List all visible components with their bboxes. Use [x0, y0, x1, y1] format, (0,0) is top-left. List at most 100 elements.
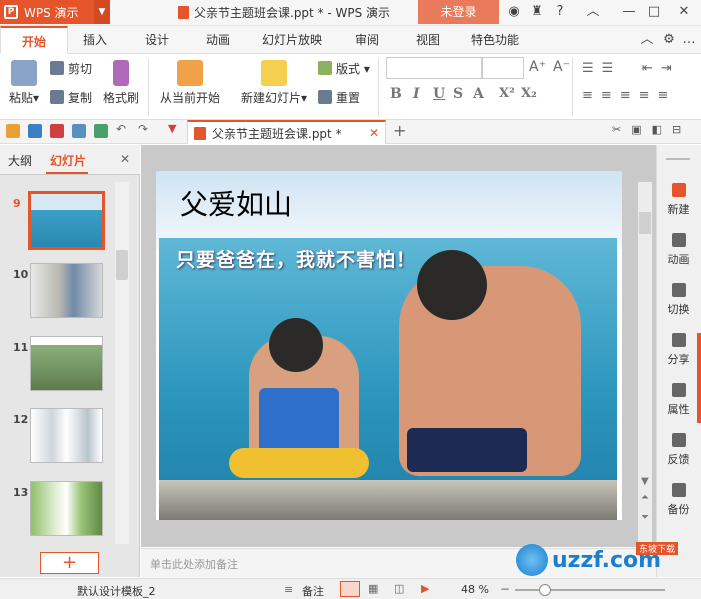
font-family-select[interactable] — [386, 57, 482, 79]
app-menu-button[interactable]: P WPS 演示 ▼ — [0, 0, 110, 24]
layout-button[interactable]: 版式 ▾ — [318, 60, 370, 77]
notes-toggle[interactable]: 备注 — [302, 583, 324, 599]
reading-view-icon[interactable]: ◫ — [394, 582, 404, 595]
italic-button[interactable]: I — [413, 86, 420, 102]
slide-thumbnail[interactable] — [30, 263, 103, 318]
align-icons[interactable]: ≡≡≡≡≡ — [582, 88, 676, 103]
document-tab[interactable]: 父亲节主题班会课.ppt * ✕ — [187, 120, 386, 144]
notes-toggle-icon[interactable]: ≡ — [284, 583, 293, 596]
slide-thumbnail[interactable] — [30, 336, 103, 391]
right-toolbar-icons[interactable]: ✂▣◧⊟ — [612, 123, 691, 136]
tab-insert[interactable]: 插入 — [78, 26, 112, 54]
from-current-button[interactable]: 从当前开始 — [158, 60, 222, 106]
tab-animation[interactable]: 动画 — [201, 26, 235, 54]
close-tab-icon[interactable]: ✕ — [369, 126, 379, 140]
shrink-font-icon[interactable]: A⁻ — [553, 59, 570, 75]
font-color-button[interactable]: A — [473, 86, 484, 102]
window-title-text: 父亲节主题班会课.ppt * - WPS 演示 — [194, 6, 391, 20]
task-properties[interactable]: 属性 — [656, 383, 701, 417]
shirt-icon[interactable]: ♜ — [528, 3, 546, 21]
slide-title[interactable]: 父爱如山 — [170, 183, 302, 223]
sorter-view-icon[interactable]: ▦ — [368, 582, 378, 595]
slide-panel-scrollbar[interactable] — [115, 182, 129, 544]
undo-icon[interactable]: ↶ — [116, 122, 126, 136]
underline-button[interactable]: U — [433, 86, 445, 102]
task-new-label: 新建 — [667, 203, 690, 216]
prev-slide-icon[interactable]: ⏶ — [641, 492, 649, 503]
chevron-down-icon[interactable]: ▼ — [94, 0, 110, 24]
tab-slideshow[interactable]: 幻灯片放映 — [258, 26, 326, 54]
scissors-icon — [50, 61, 64, 75]
redo-icon[interactable]: ↷ — [138, 122, 148, 136]
list-icons[interactable]: ☰☰ — [582, 61, 621, 76]
more-icon[interactable]: … — [680, 31, 698, 49]
skin-icon[interactable]: ◉ — [505, 3, 523, 21]
minimize-icon[interactable]: — — [620, 3, 638, 21]
canvas-scroll-thumb[interactable] — [639, 212, 651, 234]
tab-features[interactable]: 特色功能 — [466, 26, 524, 54]
format-painter-label: 格式刷 — [103, 91, 140, 105]
layout-label: 版式 — [336, 62, 361, 76]
slide-thumbnail[interactable] — [30, 408, 103, 463]
superscript-button[interactable]: X² — [499, 86, 515, 101]
copy-button[interactable]: 复制 — [50, 89, 92, 106]
save-icon[interactable] — [28, 124, 42, 138]
preview-icon[interactable] — [94, 124, 108, 138]
font-size-select[interactable] — [482, 57, 524, 79]
next-slide-icon[interactable]: ⏷ — [641, 512, 649, 523]
task-transition[interactable]: 切换 — [656, 283, 701, 317]
drag-handle[interactable] — [666, 158, 690, 160]
print-icon[interactable] — [72, 124, 86, 138]
bold-button[interactable]: B — [390, 86, 402, 102]
task-backup[interactable]: 备份 — [656, 483, 701, 517]
help-icon[interactable]: ? — [551, 3, 569, 21]
grow-font-icon[interactable]: A⁺ — [529, 59, 546, 75]
strikethrough-button[interactable]: S — [453, 86, 463, 102]
new-tab-icon[interactable]: + — [393, 121, 406, 140]
task-feedback[interactable]: 反馈 — [656, 433, 701, 467]
login-button[interactable]: 未登录 — [418, 0, 499, 24]
backup-icon — [671, 483, 686, 497]
chevron-up-icon[interactable]: ︿ — [638, 31, 656, 49]
scroll-down-icon[interactable]: ▼ — [641, 476, 649, 487]
slide-thumbnail[interactable] — [28, 191, 105, 250]
new-slide-icon — [261, 60, 287, 86]
reset-button[interactable]: 重置 — [318, 89, 360, 106]
zoom-out-icon[interactable]: − — [500, 582, 510, 596]
normal-view-icon[interactable] — [340, 581, 360, 597]
zoom-slider-knob[interactable] — [539, 584, 551, 596]
tab-outline[interactable]: 大纲 — [8, 152, 32, 169]
paste-button[interactable]: 粘贴▾ — [6, 60, 42, 106]
maximize-icon[interactable]: □ — [645, 3, 663, 21]
task-share[interactable]: 分享 — [656, 333, 701, 367]
slide-caption[interactable]: 只要爸爸在，我就不害怕！ — [176, 245, 416, 272]
open-folder-icon[interactable] — [6, 124, 20, 138]
tab-review[interactable]: 审阅 — [350, 26, 384, 54]
task-animation[interactable]: 动画 — [656, 233, 701, 267]
task-new[interactable]: 新建 — [656, 183, 701, 217]
tab-view[interactable]: 视图 — [411, 26, 445, 54]
slide-thumbnail[interactable] — [30, 481, 103, 536]
zoom-slider[interactable] — [515, 589, 665, 591]
canvas-scrollbar[interactable] — [638, 182, 652, 544]
tab-design[interactable]: 设计 — [140, 26, 174, 54]
settings-icon[interactable]: ⚙ — [660, 31, 678, 49]
slide-panel-scroll-thumb[interactable] — [116, 250, 128, 280]
indent-icons[interactable]: ⇤⇥ — [642, 61, 680, 76]
tab-start[interactable]: 开始 — [0, 26, 68, 54]
add-slide-button[interactable]: + — [40, 552, 99, 574]
from-current-label: 从当前开始 — [159, 91, 220, 105]
play-slideshow-icon[interactable]: ▶ — [421, 582, 429, 595]
pane-edge-indicator — [697, 333, 701, 423]
subscript-button[interactable]: X₂ — [521, 86, 537, 101]
format-painter-button[interactable]: 格式刷 — [103, 60, 139, 106]
pdf-icon[interactable] — [50, 124, 64, 138]
customize-icon[interactable]: ▼ — [168, 122, 176, 135]
new-slide-button[interactable]: 新建幻灯片▾ — [238, 60, 310, 106]
collapse-ribbon-icon[interactable]: ︿ — [584, 3, 602, 21]
current-slide[interactable] — [156, 171, 622, 520]
close-panel-icon[interactable]: ✕ — [120, 152, 130, 166]
close-icon[interactable]: ✕ — [675, 3, 693, 21]
tab-slides[interactable]: 幻灯片 — [50, 152, 86, 169]
cut-button[interactable]: 剪切 — [50, 60, 92, 77]
